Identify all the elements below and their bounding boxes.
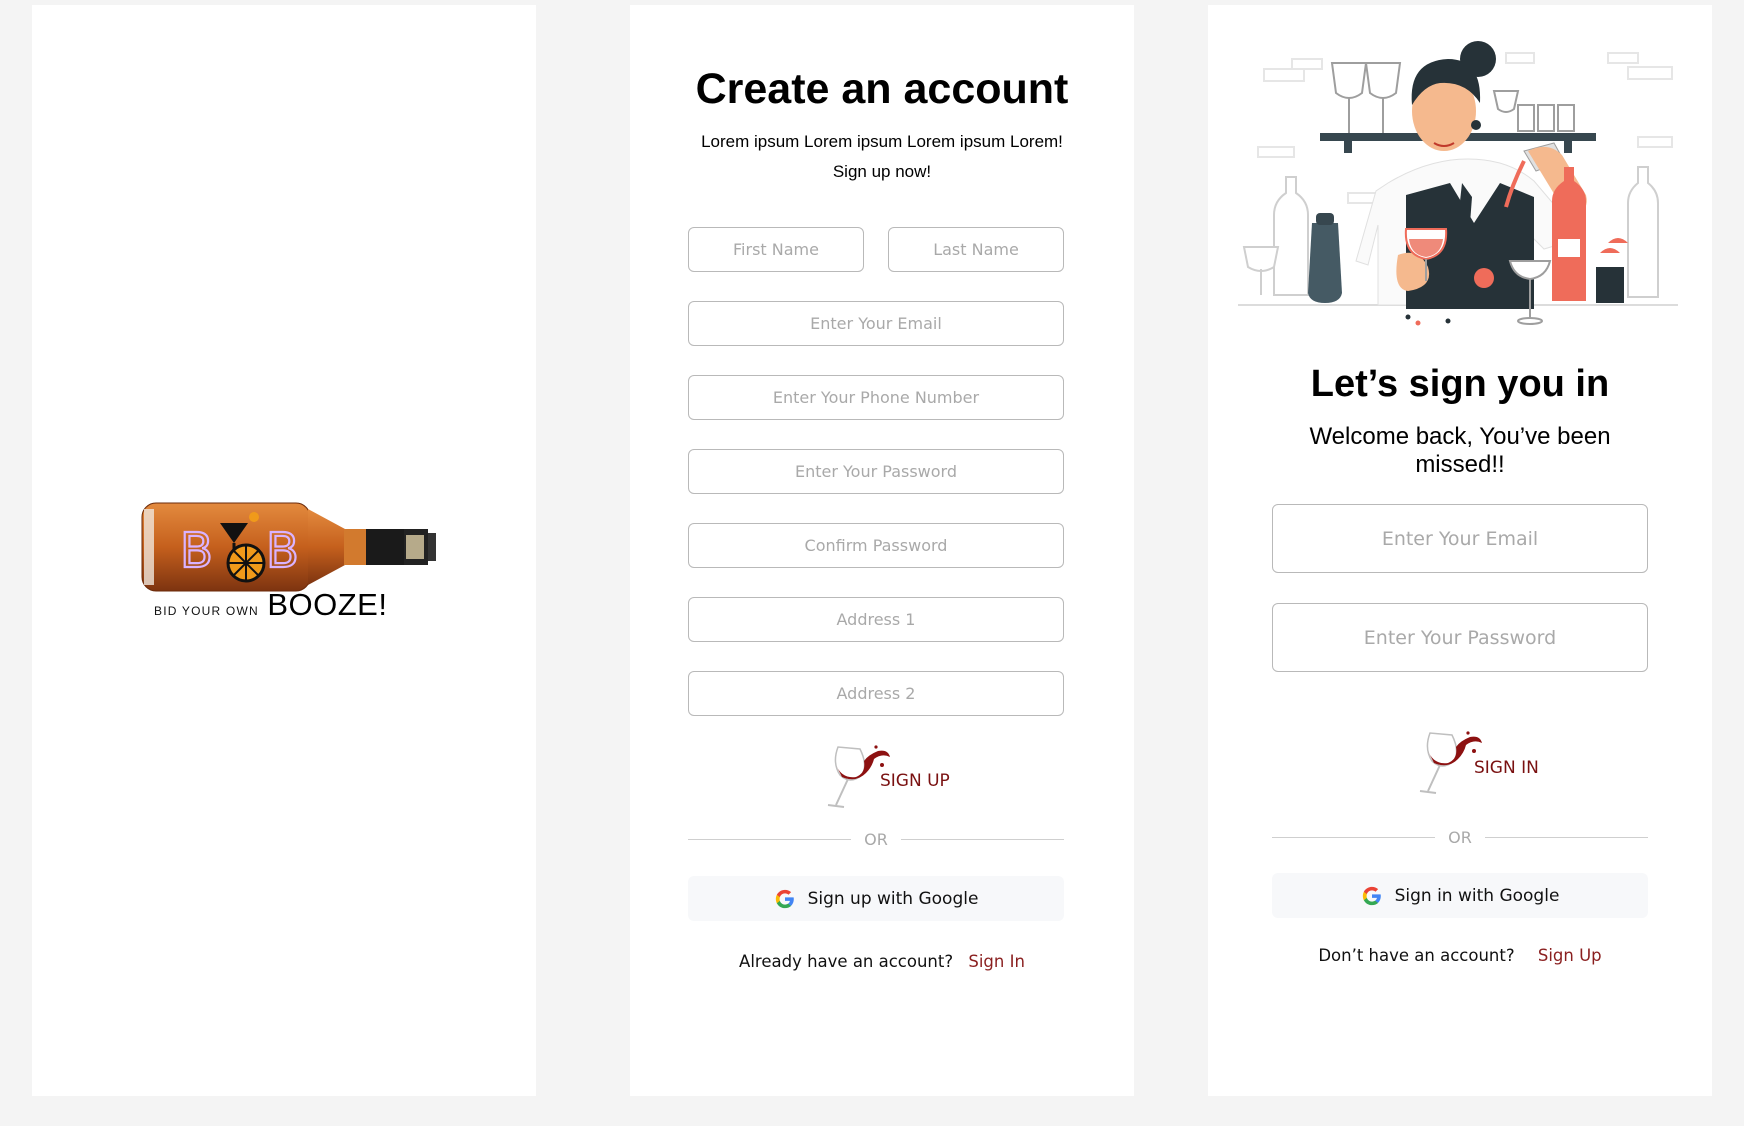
signup-prompt: Don’t have an account? Sign Up xyxy=(1208,946,1712,965)
phone-field[interactable] xyxy=(688,375,1064,420)
signup-link[interactable]: Sign Up xyxy=(1538,946,1602,965)
svg-text:B: B xyxy=(180,523,213,579)
address1-field[interactable] xyxy=(688,597,1064,642)
subtitle-line1: Lorem ipsum Lorem ipsum Lorem ipsum Lore… xyxy=(701,132,1063,151)
signup-prompt-text: Don’t have an account? xyxy=(1318,946,1515,965)
signin-link[interactable]: Sign In xyxy=(968,952,1025,971)
email-field[interactable] xyxy=(1272,504,1648,573)
google-icon xyxy=(775,889,794,908)
password-field[interactable] xyxy=(688,449,1064,494)
last-name-field[interactable] xyxy=(888,227,1064,272)
first-name-field[interactable] xyxy=(688,227,864,272)
or-label: OR xyxy=(864,830,888,849)
sign-up-label: SIGN UP xyxy=(880,771,950,791)
email-field[interactable] xyxy=(688,301,1064,346)
subtitle-line1: Welcome back, You’ve been xyxy=(1309,423,1611,450)
brand-tagline: BID YOUR OWN BOOZE! xyxy=(154,587,387,623)
google-signup-label: Sign up with Google xyxy=(807,888,979,909)
google-signin-label: Sign in with Google xyxy=(1394,885,1560,906)
sign-up-button[interactable]: SIGN UP xyxy=(816,735,956,811)
bartender-illustration xyxy=(1238,41,1678,326)
page-title: Create an account xyxy=(695,65,1069,113)
or-divider: OR xyxy=(688,830,1064,850)
subtitle-line2: missed!! xyxy=(1415,451,1505,478)
google-signin-button[interactable]: Sign in with Google xyxy=(1272,873,1648,918)
or-divider: OR xyxy=(1272,828,1648,848)
address2-field[interactable] xyxy=(688,671,1064,716)
subtitle-line2: Sign up now! xyxy=(832,162,932,181)
sign-in-button[interactable]: SIGN IN xyxy=(1408,721,1548,797)
svg-text:B: B xyxy=(266,523,299,579)
tagline-small: BID YOUR OWN xyxy=(154,604,259,618)
sign-in-label: SIGN IN xyxy=(1474,758,1539,778)
signin-screen: Let’s sign you in Welcome back, You’ve b… xyxy=(1208,5,1712,1096)
or-label: OR xyxy=(1448,828,1472,847)
confirm-password-field[interactable] xyxy=(688,523,1064,568)
google-icon xyxy=(1362,886,1381,905)
google-signup-button[interactable]: Sign up with Google xyxy=(688,876,1064,921)
signin-prompt: Already have an account? Sign In xyxy=(630,952,1134,971)
page-title: Let’s sign you in xyxy=(1310,363,1610,405)
signup-screen: Create an account Lorem ipsum Lorem ipsu… xyxy=(630,5,1134,1096)
signin-prompt-text: Already have an account? xyxy=(739,952,954,971)
splash-screen: B B BID YOUR OWN BOOZE! xyxy=(32,5,536,1096)
tagline-big: BOOZE! xyxy=(267,587,388,622)
password-field[interactable] xyxy=(1272,603,1648,672)
